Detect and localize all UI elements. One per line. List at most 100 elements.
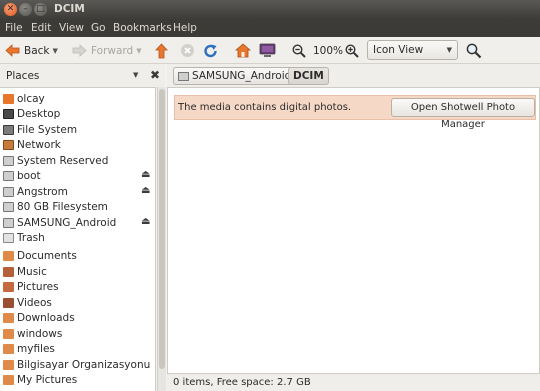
places-sidebar: olcay Desktop File System Network System… (0, 87, 156, 391)
sidebar-item-boot[interactable]: boot (3, 168, 41, 183)
reload-button[interactable] (203, 41, 219, 60)
sidebar-item-label: Documents (17, 249, 77, 262)
sidebar-item-music[interactable]: Music (3, 264, 47, 279)
drive-icon (178, 71, 189, 81)
close-sidebar-icon[interactable]: ✖ (150, 68, 160, 82)
menu-help[interactable]: Help (173, 22, 197, 34)
sidebar-item-videos[interactable]: Videos (3, 295, 52, 310)
sidebar-item-windows[interactable]: windows (3, 326, 62, 341)
sidebar-item-bilgisayar-organizasyonu[interactable]: Bilgisayar Organizasyonu (3, 357, 150, 372)
maximize-window-button[interactable]: □ (34, 3, 47, 16)
sidebar-item-olcay[interactable]: olcay (3, 91, 45, 106)
zoom-level[interactable]: 100% (313, 41, 343, 60)
videos-folder-icon (3, 297, 14, 308)
zoom-in-button[interactable] (345, 41, 359, 60)
zoom-out-icon (292, 43, 306, 58)
folder-icon (3, 359, 14, 370)
minimize-window-button[interactable]: – (19, 3, 32, 16)
reload-icon (204, 44, 217, 57)
sidebar-item-label: Trash (17, 231, 45, 244)
home-folder-icon (3, 93, 14, 104)
drive-icon (3, 217, 14, 228)
back-arrow-icon (5, 44, 20, 57)
sidebar-item-downloads[interactable]: Downloads (3, 310, 75, 325)
drive-icon (3, 186, 14, 197)
sidebar-item-angstrom[interactable]: Angstrom (3, 184, 68, 199)
drive-icon (3, 201, 14, 212)
scrollbar-thumb[interactable] (159, 89, 165, 369)
sidebar-scrollbar[interactable] (157, 87, 166, 391)
zoom-in-icon (345, 43, 359, 58)
breadcrumb-label: SAMSUNG_Android (192, 70, 292, 82)
close-window-button[interactable]: ✕ (4, 3, 17, 16)
sidebar-item-trash[interactable]: Trash (3, 230, 45, 245)
menu-bar: File Edit View Go Bookmarks Help (0, 19, 540, 37)
menu-view[interactable]: View (59, 22, 84, 34)
file-view[interactable]: The media contains digital photos. Open … (167, 87, 540, 374)
back-history-dropdown-icon[interactable]: ▼ (53, 47, 58, 55)
eject-icon[interactable]: ⏏ (141, 169, 150, 180)
sidebar-item-label: File System (17, 123, 78, 136)
breadcrumb-dcim[interactable]: DCIM (288, 67, 329, 85)
menu-edit[interactable]: Edit (31, 22, 51, 34)
sidebar-item-documents[interactable]: Documents (3, 248, 77, 263)
forward-button[interactable]: Forward ▼ (72, 41, 142, 60)
places-header: Places ▼ ✖ (0, 64, 165, 87)
sidebar-item-label: Network (17, 138, 61, 151)
menu-file[interactable]: File (5, 22, 23, 34)
home-button[interactable] (235, 41, 251, 60)
title-bar: ✕ – □ DCIM (0, 0, 540, 19)
sidebar-item-label: 80 GB Filesystem (17, 200, 108, 213)
eject-icon[interactable]: ⏏ (141, 185, 150, 196)
computer-icon (259, 43, 276, 57)
breadcrumb: SAMSUNG_Android DCIM (167, 64, 540, 87)
drive-icon (3, 170, 14, 181)
sidebar-item-label: SAMSUNG_Android (17, 216, 117, 229)
sidebar-item-myfiles[interactable]: myfiles (3, 341, 55, 356)
back-button[interactable]: Back ▼ (5, 41, 58, 60)
forward-history-dropdown-icon[interactable]: ▼ (136, 47, 141, 55)
menu-bookmarks[interactable]: Bookmarks (113, 22, 172, 34)
sidebar-item-desktop[interactable]: Desktop (3, 106, 60, 121)
window-title: DCIM (54, 3, 85, 15)
sidebar-item-my-pictures[interactable]: My Pictures (3, 372, 77, 387)
sidebar-item-network[interactable]: Network (3, 137, 61, 152)
downloads-folder-icon (3, 312, 14, 323)
view-mode-select[interactable]: Icon View ▼ (367, 40, 458, 60)
sidebar-item-file-system[interactable]: File System (3, 122, 77, 137)
filesystem-icon (3, 124, 14, 135)
network-icon (3, 139, 14, 150)
home-icon (235, 43, 251, 58)
music-folder-icon (3, 266, 14, 277)
sidebar-item-pictures[interactable]: Pictures (3, 279, 59, 294)
up-arrow-icon (155, 42, 168, 58)
status-text: 0 items, Free space: 2.7 GB (173, 377, 311, 388)
sidebar-item-label: Downloads (17, 311, 75, 324)
zoom-out-button[interactable] (292, 41, 306, 60)
menu-go[interactable]: Go (91, 22, 106, 34)
view-mode-value: Icon View (373, 44, 424, 56)
stop-button[interactable] (180, 41, 195, 60)
computer-button[interactable] (259, 41, 276, 60)
search-button[interactable] (466, 41, 482, 60)
sidebar-item-samsung-android[interactable]: SAMSUNG_Android (3, 215, 116, 230)
places-dropdown-icon[interactable]: ▼ (133, 71, 138, 79)
open-shotwell-button[interactable]: Open Shotwell Photo Manager (391, 98, 535, 130)
folder-icon (3, 343, 14, 354)
media-info-bar: The media contains digital photos. Open … (174, 95, 536, 130)
sidebar-item-80gb-filesystem[interactable]: 80 GB Filesystem (3, 199, 108, 214)
sidebar-item-label: Desktop (17, 107, 61, 120)
breadcrumb-samsung-android[interactable]: SAMSUNG_Android (173, 67, 297, 85)
sidebar-item-label: Music (17, 265, 47, 278)
sidebar-item-system-reserved[interactable]: System Reserved (3, 153, 108, 168)
eject-icon[interactable]: ⏏ (141, 216, 150, 227)
forward-arrow-icon (72, 44, 87, 57)
sidebar-item-label: Pictures (17, 280, 59, 293)
trash-icon (3, 232, 14, 243)
sidebar-item-label: windows (17, 327, 63, 340)
sidebar-item-label: Angstrom (17, 185, 68, 198)
sidebar-item-label: myfiles (17, 342, 55, 355)
back-label: Back (24, 44, 50, 57)
places-title: Places (6, 70, 40, 82)
up-button[interactable] (155, 41, 168, 60)
